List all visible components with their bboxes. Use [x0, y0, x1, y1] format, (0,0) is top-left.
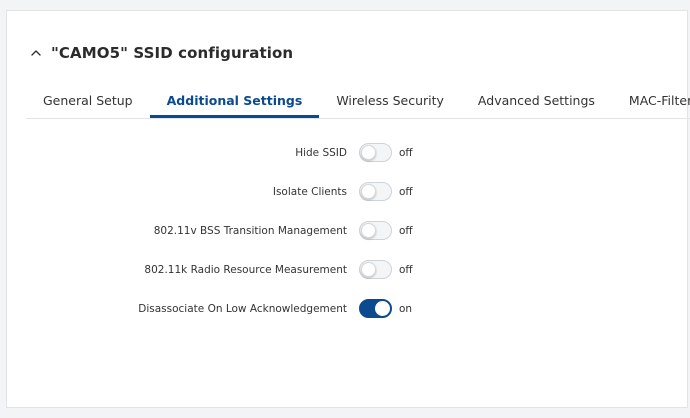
tab-general-setup[interactable]: General Setup [26, 87, 150, 118]
isolate-clients-toggle[interactable] [359, 182, 392, 201]
toggle-knob [361, 223, 376, 238]
setting-label: Isolate Clients [272, 186, 347, 198]
setting-row-hide-ssid: Hide SSID off [7, 143, 689, 165]
toggle-knob [361, 145, 376, 160]
radio-resource-toggle[interactable] [359, 260, 392, 279]
chevron-up-icon[interactable] [29, 46, 43, 60]
tab-additional-settings[interactable]: Additional Settings [149, 87, 320, 118]
tab-bar: General Setup Additional Settings Wirele… [26, 87, 690, 119]
setting-row-isolate-clients: Isolate Clients off [7, 182, 689, 204]
toggle-knob [361, 262, 376, 277]
tab-wireless-security[interactable]: Wireless Security [319, 87, 461, 118]
disassociate-toggle[interactable] [359, 299, 392, 318]
setting-label: 802.11v BSS Transition Management [153, 225, 347, 237]
setting-label: Disassociate On Low Acknowledgement [138, 303, 347, 315]
setting-label: 802.11k Radio Resource Measurement [144, 264, 347, 276]
hide-ssid-toggle[interactable] [359, 143, 392, 162]
ssid-config-panel: "CAMO5" SSID configuration General Setup… [6, 10, 690, 408]
toggle-state: off [399, 186, 413, 198]
bss-transition-toggle[interactable] [359, 221, 392, 240]
toggle-knob [375, 301, 390, 316]
setting-row-disassociate: Disassociate On Low Acknowledgement on [7, 299, 689, 321]
setting-row-bss-transition: 802.11v BSS Transition Management off [7, 221, 689, 243]
toggle-state: off [399, 147, 413, 159]
tab-advanced-settings[interactable]: Advanced Settings [461, 87, 612, 118]
setting-label: Hide SSID [295, 147, 347, 159]
section-header[interactable]: "CAMO5" SSID configuration [29, 44, 293, 62]
toggle-state: on [399, 303, 413, 315]
toggle-state: off [399, 264, 413, 276]
setting-row-radio-resource: 802.11k Radio Resource Measurement off [7, 260, 689, 282]
toggle-state: off [399, 225, 413, 237]
tab-mac-filter[interactable]: MAC-Filter [612, 87, 690, 118]
section-title: "CAMO5" SSID configuration [51, 44, 294, 62]
toggle-knob [361, 184, 376, 199]
